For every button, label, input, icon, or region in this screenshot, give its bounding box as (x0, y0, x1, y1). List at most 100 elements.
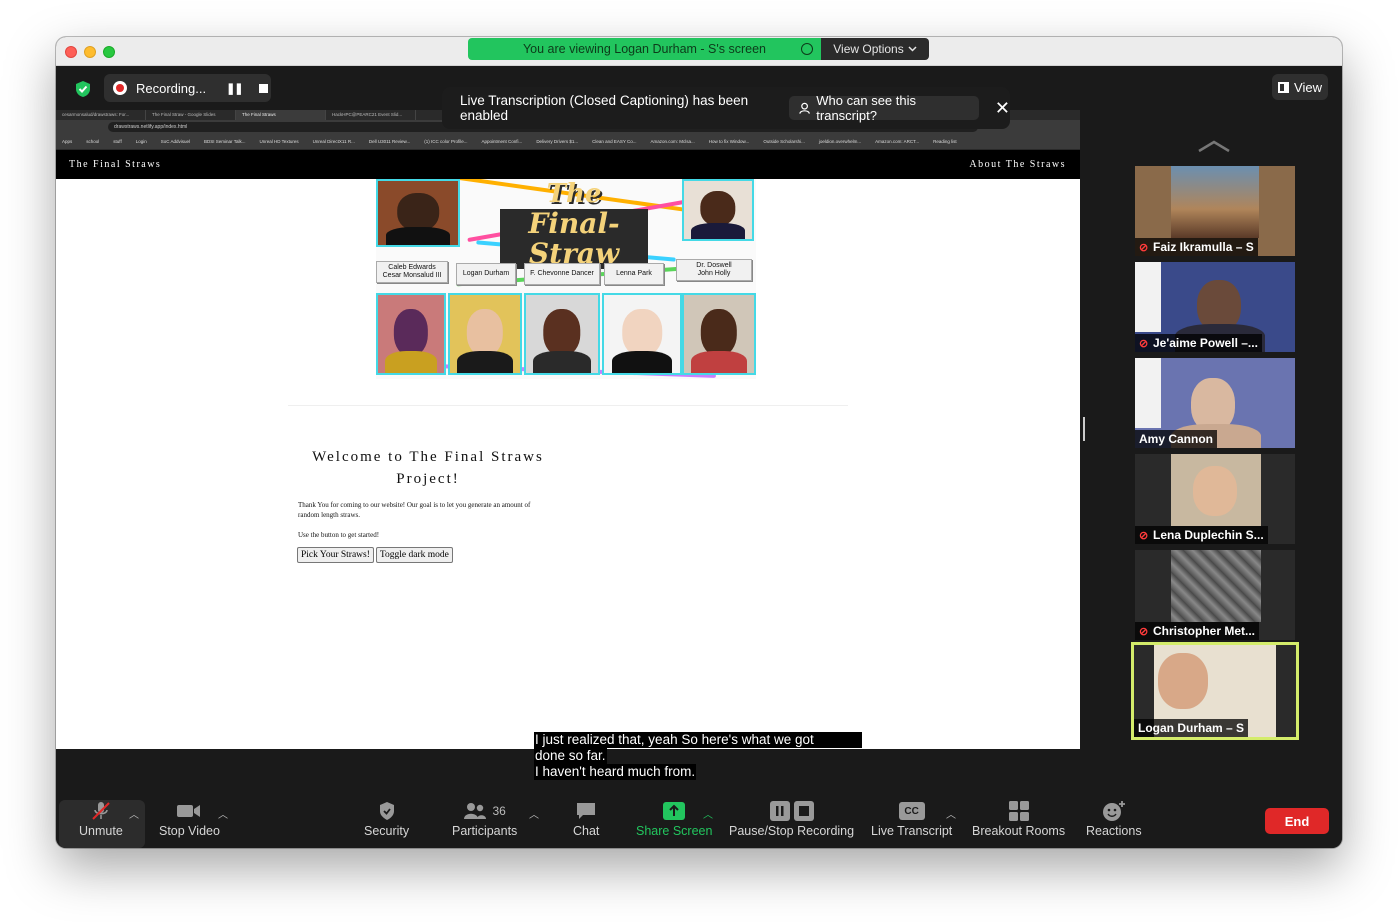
participants-options-caret[interactable]: ︿ (529, 806, 539, 821)
bookmark[interactable]: (1) ICC color Profile... (424, 139, 467, 144)
participant-name: ⊘ Lena Duplechin S... (1135, 526, 1268, 544)
chat-button[interactable]: Chat (573, 801, 599, 845)
intro-text: Thank You for coming to our website! Our… (298, 501, 531, 519)
chat-icon (575, 801, 597, 821)
chevron-down-icon (908, 46, 917, 52)
participant-tile[interactable]: ⊘ Je'aime Powell –... (1135, 262, 1295, 352)
live-caption: I just realized that, yeah So here's wha… (534, 731, 863, 780)
live-transcript-button[interactable]: CC Live Transcript (871, 801, 952, 845)
website-navbar: The Final Straws About The Straws (56, 150, 1080, 179)
active-speaker-tile[interactable]: Logan Durham – S (1131, 642, 1299, 740)
reactions-button[interactable]: Reactions (1086, 801, 1142, 845)
share-options-caret[interactable]: ︿ (703, 806, 713, 821)
close-icon[interactable]: ✕ (995, 98, 1010, 119)
face (543, 309, 581, 356)
body (690, 222, 746, 239)
participant-name-text: Amy Cannon (1139, 432, 1214, 446)
close-window-button[interactable] (65, 46, 77, 58)
pause-stop-icon (769, 801, 815, 821)
browser-tab[interactable]: The Final Straw - Google Slides (146, 110, 236, 120)
body (611, 351, 673, 373)
participant-name-text: Je'aime Powell –... (1153, 336, 1258, 350)
unmute-button[interactable]: Unmute (79, 801, 123, 845)
participant-name: Amy Cannon (1135, 430, 1218, 448)
bookmark[interactable]: Appointment Confi... (482, 139, 523, 144)
toggle-dark-mode-button[interactable]: Toggle dark mode (375, 547, 453, 563)
breakout-rooms-button[interactable]: Breakout Rooms (972, 801, 1065, 845)
security-button[interactable]: Security (364, 801, 409, 845)
browser-tab-active[interactable]: The Final Straws (236, 110, 326, 120)
view-layout-button[interactable]: View (1272, 74, 1328, 100)
participant-tile[interactable]: ⊘ Faiz Ikramulla – S (1135, 166, 1295, 256)
bookmark[interactable]: Unreal HD Textures (259, 139, 298, 144)
share-screen-label: Share Screen (636, 824, 713, 838)
section-divider (288, 405, 848, 406)
bookmark[interactable]: Delivery Drivers $1... (536, 139, 578, 144)
person-icon (799, 102, 810, 114)
muted-mic-icon: ⊘ (1139, 530, 1149, 542)
stop-video-button[interactable]: Stop Video (159, 801, 220, 845)
audio-options-caret[interactable]: ︿ (129, 806, 139, 821)
who-can-see-label: Who can see this transcript? (816, 93, 916, 123)
recording-label: Recording... (136, 80, 207, 96)
browser-tab[interactable]: cesarmonsalud/drawstraws: For... (56, 110, 146, 120)
participants-button[interactable]: 36 Participants (452, 801, 517, 845)
encryption-shield-icon[interactable] (74, 80, 92, 98)
share-screen-icon (662, 801, 686, 821)
shared-screen: cesarmonsalud/drawstraws: For... The Fin… (56, 110, 1080, 749)
face (393, 309, 429, 356)
transcript-options-caret[interactable]: ︿ (946, 806, 956, 821)
end-label: End (1284, 813, 1310, 829)
team-photo (602, 293, 682, 375)
bookmark[interactable]: Clean and EASY Co... (592, 139, 636, 144)
bookmark[interactable]: SoC Addvisuel (161, 139, 190, 144)
viewing-screen-banner: You are viewing Logan Durham - S's scree… (468, 38, 821, 60)
closed-captions-icon: CC (898, 801, 925, 821)
view-options-label: View Options (833, 42, 904, 56)
view-options-button[interactable]: View Options (821, 38, 929, 60)
chevron-up-icon[interactable] (1196, 139, 1232, 153)
chat-label: Chat (573, 824, 600, 838)
bookmark[interactable]: Apps (62, 139, 72, 144)
bookmark[interactable]: Dell U3011 Review... (369, 139, 410, 144)
pause-stop-recording-label: Pause/Stop Recording (729, 824, 855, 838)
bookmark[interactable]: Amazon.com: Mclsa... (651, 139, 695, 144)
participant-count: 36 (492, 804, 506, 818)
face (466, 309, 504, 356)
bookmark[interactable]: school (86, 139, 99, 144)
graphic-title-line1: The (546, 179, 602, 209)
maximize-window-button[interactable] (103, 46, 115, 58)
video-options-caret[interactable]: ︿ (218, 806, 228, 821)
reactions-label: Reactions (1086, 824, 1142, 838)
reading-list[interactable]: Reading list (933, 139, 957, 144)
bookmark[interactable]: Unreal DirectX11 R... (313, 139, 355, 144)
welcome-section: Welcome to The Final Straws Project! Tha… (288, 446, 568, 563)
website-brand-link[interactable]: The Final Straws (69, 159, 161, 170)
panel-splitter[interactable] (1083, 417, 1085, 441)
bookmark[interactable]: BDSI Seminar Talk... (204, 139, 245, 144)
participant-tile[interactable]: Amy Cannon (1135, 358, 1295, 448)
minimize-window-button[interactable] (84, 46, 96, 58)
browser-tab[interactable]: HackHPC@PEARC21 Event Slid... (326, 110, 416, 120)
pick-straws-button[interactable]: Pick Your Straws! (297, 547, 374, 563)
participant-tile[interactable]: ⊘ Christopher Met... (1135, 550, 1295, 640)
pause-recording-button[interactable]: ❚❚ (226, 82, 243, 95)
muted-mic-icon: ⊘ (1139, 626, 1149, 638)
share-screen-button[interactable]: Share Screen (636, 801, 712, 845)
layout-grid-icon (1278, 81, 1290, 93)
bookmark[interactable]: Amazon.com: ARCT... (875, 139, 919, 144)
bookmark[interactable]: joeldion.overwhelm... (819, 139, 861, 144)
instruction-text: Use the button to get started! (298, 531, 380, 539)
about-link[interactable]: About The Straws (969, 159, 1066, 170)
bookmarks-bar: Apps school stuff Login SoC Addvisuel BD… (56, 134, 1080, 150)
bookmark[interactable]: Login (136, 139, 147, 144)
stop-recording-button[interactable] (258, 83, 268, 93)
participant-tile[interactable]: ⊘ Lena Duplechin S... (1135, 454, 1295, 544)
who-can-see-transcript-button[interactable]: Who can see this transcript? (789, 93, 979, 123)
participant-face (1158, 653, 1208, 709)
end-meeting-button[interactable]: End (1265, 808, 1329, 834)
bookmark[interactable]: stuff (113, 139, 121, 144)
pause-stop-recording-button[interactable]: Pause/Stop Recording (729, 801, 854, 845)
bookmark[interactable]: Outside Scholarshi... (763, 139, 805, 144)
bookmark[interactable]: How to fix Window... (709, 139, 750, 144)
